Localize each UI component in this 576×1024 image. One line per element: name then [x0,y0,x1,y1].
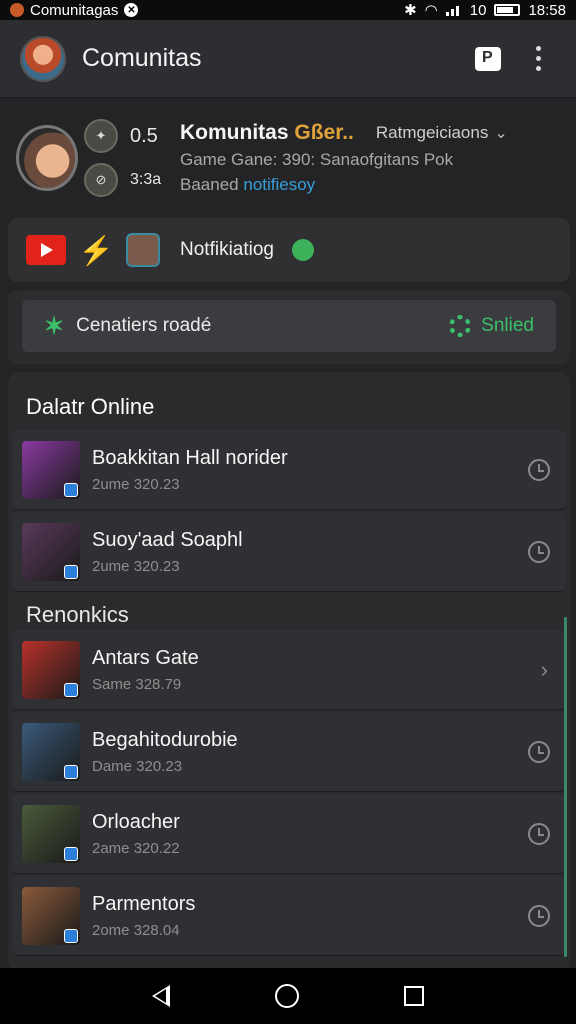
list-item-title: Suoy'aad Soaphl [92,528,243,551]
game-thumbnail [22,886,80,945]
home-icon[interactable] [274,984,299,1008]
list-item[interactable]: Orloacher 2ame 320.22 [12,794,566,874]
status-bar: Comunitagas ✕ ✱ ◠ 10 18:58 [0,0,576,20]
more-options-button[interactable] [520,41,556,77]
sparkle-icon: ✶ [44,312,65,340]
list-item[interactable]: Parmentors 2ome 328.04 [12,876,566,956]
chat-button[interactable] [470,41,506,77]
status-left-label: Cenatiers roadé [76,315,212,336]
list-item-text: Antars Gate Same 328.79 [92,647,541,693]
list-item-subtitle: 2ume 320.23 [92,475,180,493]
app-bar: Comunitas [0,20,576,98]
scrollbar[interactable] [564,617,567,957]
status-prefix: Baaned [180,175,239,194]
platform-badge-icon [64,682,78,697]
avatar[interactable] [20,35,66,82]
list-item-title: Boakkitan Hall norider [92,446,288,469]
game-thumbnail [22,804,80,863]
robot-icon[interactable] [126,233,160,267]
badge-value-1: 0.5 [130,124,158,147]
clock-icon[interactable] [528,740,550,763]
lightning-icon[interactable]: ⚡ [79,234,114,266]
clock-icon[interactable] [528,822,550,845]
platform-badge-icon [64,764,78,779]
clock-icon[interactable] [528,458,550,481]
status-card[interactable]: ✶ Cenatiers roadé Snlied [22,300,556,352]
bluetooth-icon: ✱ [404,2,417,19]
more-vert-icon [535,46,541,71]
list-item-subtitle: 2ume 320.23 [92,557,180,575]
online-status-icon [292,239,314,261]
list-item-text: Begahitodurobie Dame 320.23 [92,729,528,775]
game-thumbnail [22,522,80,581]
online-list: Boakkitan Hall norider 2ume 320.23 Suoy'aa… [8,430,570,592]
community-subtitle: Game Gane: 390: Sanaofgitans Pok [180,150,454,169]
community-header[interactable]: ✦ 0.5 ⊘ 3:3a Komunitas Gßer.. Ratmgeicia… [0,98,576,218]
wifi-icon: ◠ [424,2,438,19]
list-item[interactable]: Begahitodurobie Dame 320.23 [12,712,566,792]
chat-icon [475,46,501,71]
community-category-dropdown[interactable]: Ratmgeiciaons ⌄ [376,123,508,143]
community-info: Komunitas Gßer.. Ratmgeiciaons ⌄ Game Gan… [180,121,560,195]
platform-badge-icon [64,846,78,861]
list-item-text: Boakkitan Hall norider 2ume 320.23 [92,447,528,493]
recent-apps-icon[interactable] [403,986,424,1006]
list-item-title: Orloacher [92,810,180,833]
badge-grid: ✦ 0.5 ⊘ 3:3a [84,118,166,198]
list-item-title: Antars Gate [92,646,199,669]
rank-badge-icon: ✦ [84,119,118,153]
badge-value-2: 3:3a [130,171,162,188]
list-item[interactable]: Antars Gate Same 328.79 › [12,630,566,710]
gear-icon [449,315,472,337]
battery-icon [494,4,521,16]
community-status-line: Baaned notifiesoy [180,175,560,195]
app-notification-icon [10,3,24,17]
community-category-label: Ratmgeiciaons [375,123,489,142]
community-name-accent: Gßer.. [294,121,354,144]
list-item-text: Suoy'aad Soaphl 2ume 320.23 [92,529,528,575]
notification-bar[interactable]: ⚡ Notfikiatiog [8,218,570,282]
community-name: Komunitas Gßer.. [180,121,354,144]
list-item[interactable]: Boakkitan Hall norider 2ume 320.23 [12,430,566,510]
list-item-subtitle: Same 328.79 [92,675,182,693]
list-item-subtitle: 2ame 320.22 [92,839,180,857]
notify-link[interactable]: notifiesoy [243,175,315,194]
signal-icon [445,4,462,16]
status-app-name: Comunitagas [30,1,119,19]
page-title: Comunitas [82,44,202,72]
list-panel: Dalatr Online Boakkitan Hall norider 2ume… [8,372,570,972]
status-right-label[interactable]: Snlied [481,315,534,337]
clock-icon[interactable] [528,904,550,927]
game-thumbnail [22,722,80,781]
status-time: 18:58 [528,1,566,19]
status-panel: ✶ Cenatiers roadé Snlied [8,290,570,364]
recent-section-title: Renonkics [26,602,129,627]
online-section-title: Dalatr Online [26,394,155,419]
clock-icon[interactable] [528,540,550,563]
list-item-subtitle: 2ome 328.04 [92,921,180,939]
community-avatar[interactable] [16,125,78,191]
navigation-bar [0,968,576,1024]
platform-badge-icon [64,564,78,579]
trophy-badge-icon: ⊘ [84,163,118,197]
back-icon[interactable] [152,985,171,1007]
chevron-right-icon[interactable]: › [541,657,548,683]
game-thumbnail [22,440,80,499]
chevron-down-icon: ⌄ [494,125,508,142]
platform-badge-icon [64,928,78,943]
list-item-subtitle: Dame 320.23 [92,757,183,775]
youtube-icon[interactable] [26,235,66,265]
recent-list: Antars Gate Same 328.79 › Begahitodurobie Da… [8,630,570,956]
list-item-text: Orloacher 2ame 320.22 [92,811,528,857]
list-item-title: Begahitodurobie [92,728,238,751]
list-item[interactable]: Suoy'aad Soaphl 2ume 320.23 [12,512,566,592]
platform-badge-icon [64,482,78,497]
game-thumbnail [22,640,80,699]
battery-label: 10 [469,1,487,19]
notification-label: Notfikiatiog [180,239,274,260]
list-item-text: Parmentors 2ome 328.04 [92,893,528,939]
close-notification-icon: ✕ [124,3,139,17]
list-item-title: Parmentors [92,892,196,915]
